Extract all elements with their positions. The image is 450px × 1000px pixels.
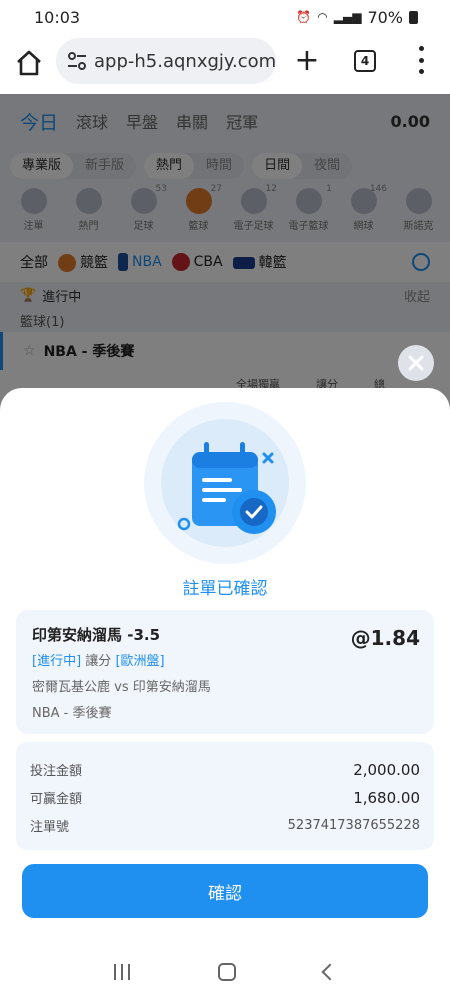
- ticket-row: 注單號 5237417387655228: [30, 816, 420, 835]
- home-button[interactable]: [15, 48, 43, 78]
- confirmation-title: 註單已確認: [182, 579, 268, 599]
- bet-league: NBA - 季後賽: [32, 706, 112, 721]
- browser-toolbar: app-h5.aqnxgjy.com + 4: [0, 34, 450, 94]
- recents-icon: [114, 964, 116, 980]
- back-button[interactable]: [321, 963, 339, 981]
- stake-value: 2,000.00: [353, 760, 420, 779]
- bet-status: [進行中]: [32, 654, 82, 669]
- home-nav-button[interactable]: [218, 963, 236, 981]
- new-tab-button[interactable]: +: [294, 46, 320, 76]
- browser-menu-button[interactable]: [415, 46, 427, 74]
- stake-row: 投注金額 2,000.00: [30, 760, 420, 780]
- win-row: 可贏金額 1,680.00: [30, 788, 420, 808]
- wifi-icon: ◠: [317, 10, 328, 24]
- status-time: 10:03: [34, 7, 81, 27]
- signal-icon: ▂▄▆: [333, 10, 362, 24]
- status-icons: ⏰ ◠ ▂▄▆ 70%: [296, 8, 418, 27]
- battery-percent: 70%: [367, 7, 403, 27]
- menu-dot-icon: [418, 69, 424, 74]
- bet-confirmation-sheet: 註單已確認 印第安納溜馬 -3.5 @1.84 [進行中] 讓分 [歐洲盤] 密…: [0, 388, 450, 1000]
- status-bar: 10:03 ⏰ ◠ ▂▄▆ 70%: [0, 0, 450, 34]
- stake-label: 投注金額: [30, 764, 83, 779]
- alarm-icon: ⏰: [296, 10, 312, 24]
- ticket-label: 注單號: [30, 820, 70, 835]
- win-label: 可贏金額: [30, 792, 83, 807]
- recents-button[interactable]: [114, 964, 130, 980]
- battery-icon: [409, 10, 418, 24]
- bet-odds: @1.84: [350, 626, 420, 650]
- tab-switcher-button[interactable]: 4: [354, 50, 376, 72]
- url-bar[interactable]: app-h5.aqnxgjy.com: [56, 38, 276, 84]
- bet-summary-card: 投注金額 2,000.00 可贏金額 1,680.00 注單號 52374173…: [16, 742, 434, 850]
- bet-selection: 印第安納溜馬 -3.5: [32, 626, 161, 644]
- menu-dot-icon: [418, 46, 424, 51]
- close-icon: [408, 355, 424, 371]
- win-value: 1,680.00: [353, 788, 420, 807]
- system-nav-bar: [0, 944, 450, 1000]
- close-button[interactable]: [398, 345, 434, 381]
- bet-detail-card: 印第安納溜馬 -3.5 @1.84 [進行中] 讓分 [歐洲盤] 密爾瓦基公鹿 …: [16, 610, 434, 734]
- bet-odds-type: [歐洲盤]: [115, 654, 165, 669]
- bet-market: 讓分: [85, 654, 112, 669]
- ticket-number: 5237417387655228: [287, 818, 420, 833]
- calendar-check-illustration: [144, 402, 306, 564]
- confirm-button[interactable]: 確認: [22, 864, 428, 918]
- home-icon: [17, 50, 41, 76]
- recents-icon: [121, 964, 123, 980]
- bet-meta: [進行中] 讓分 [歐洲盤]: [32, 650, 165, 669]
- menu-dot-icon: [418, 57, 424, 63]
- bet-teams: 密爾瓦基公鹿 vs 印第安納溜馬: [32, 680, 211, 695]
- site-settings-icon[interactable]: [66, 50, 88, 72]
- url-text: app-h5.aqnxgjy.com: [94, 50, 276, 72]
- recents-icon: [128, 964, 130, 980]
